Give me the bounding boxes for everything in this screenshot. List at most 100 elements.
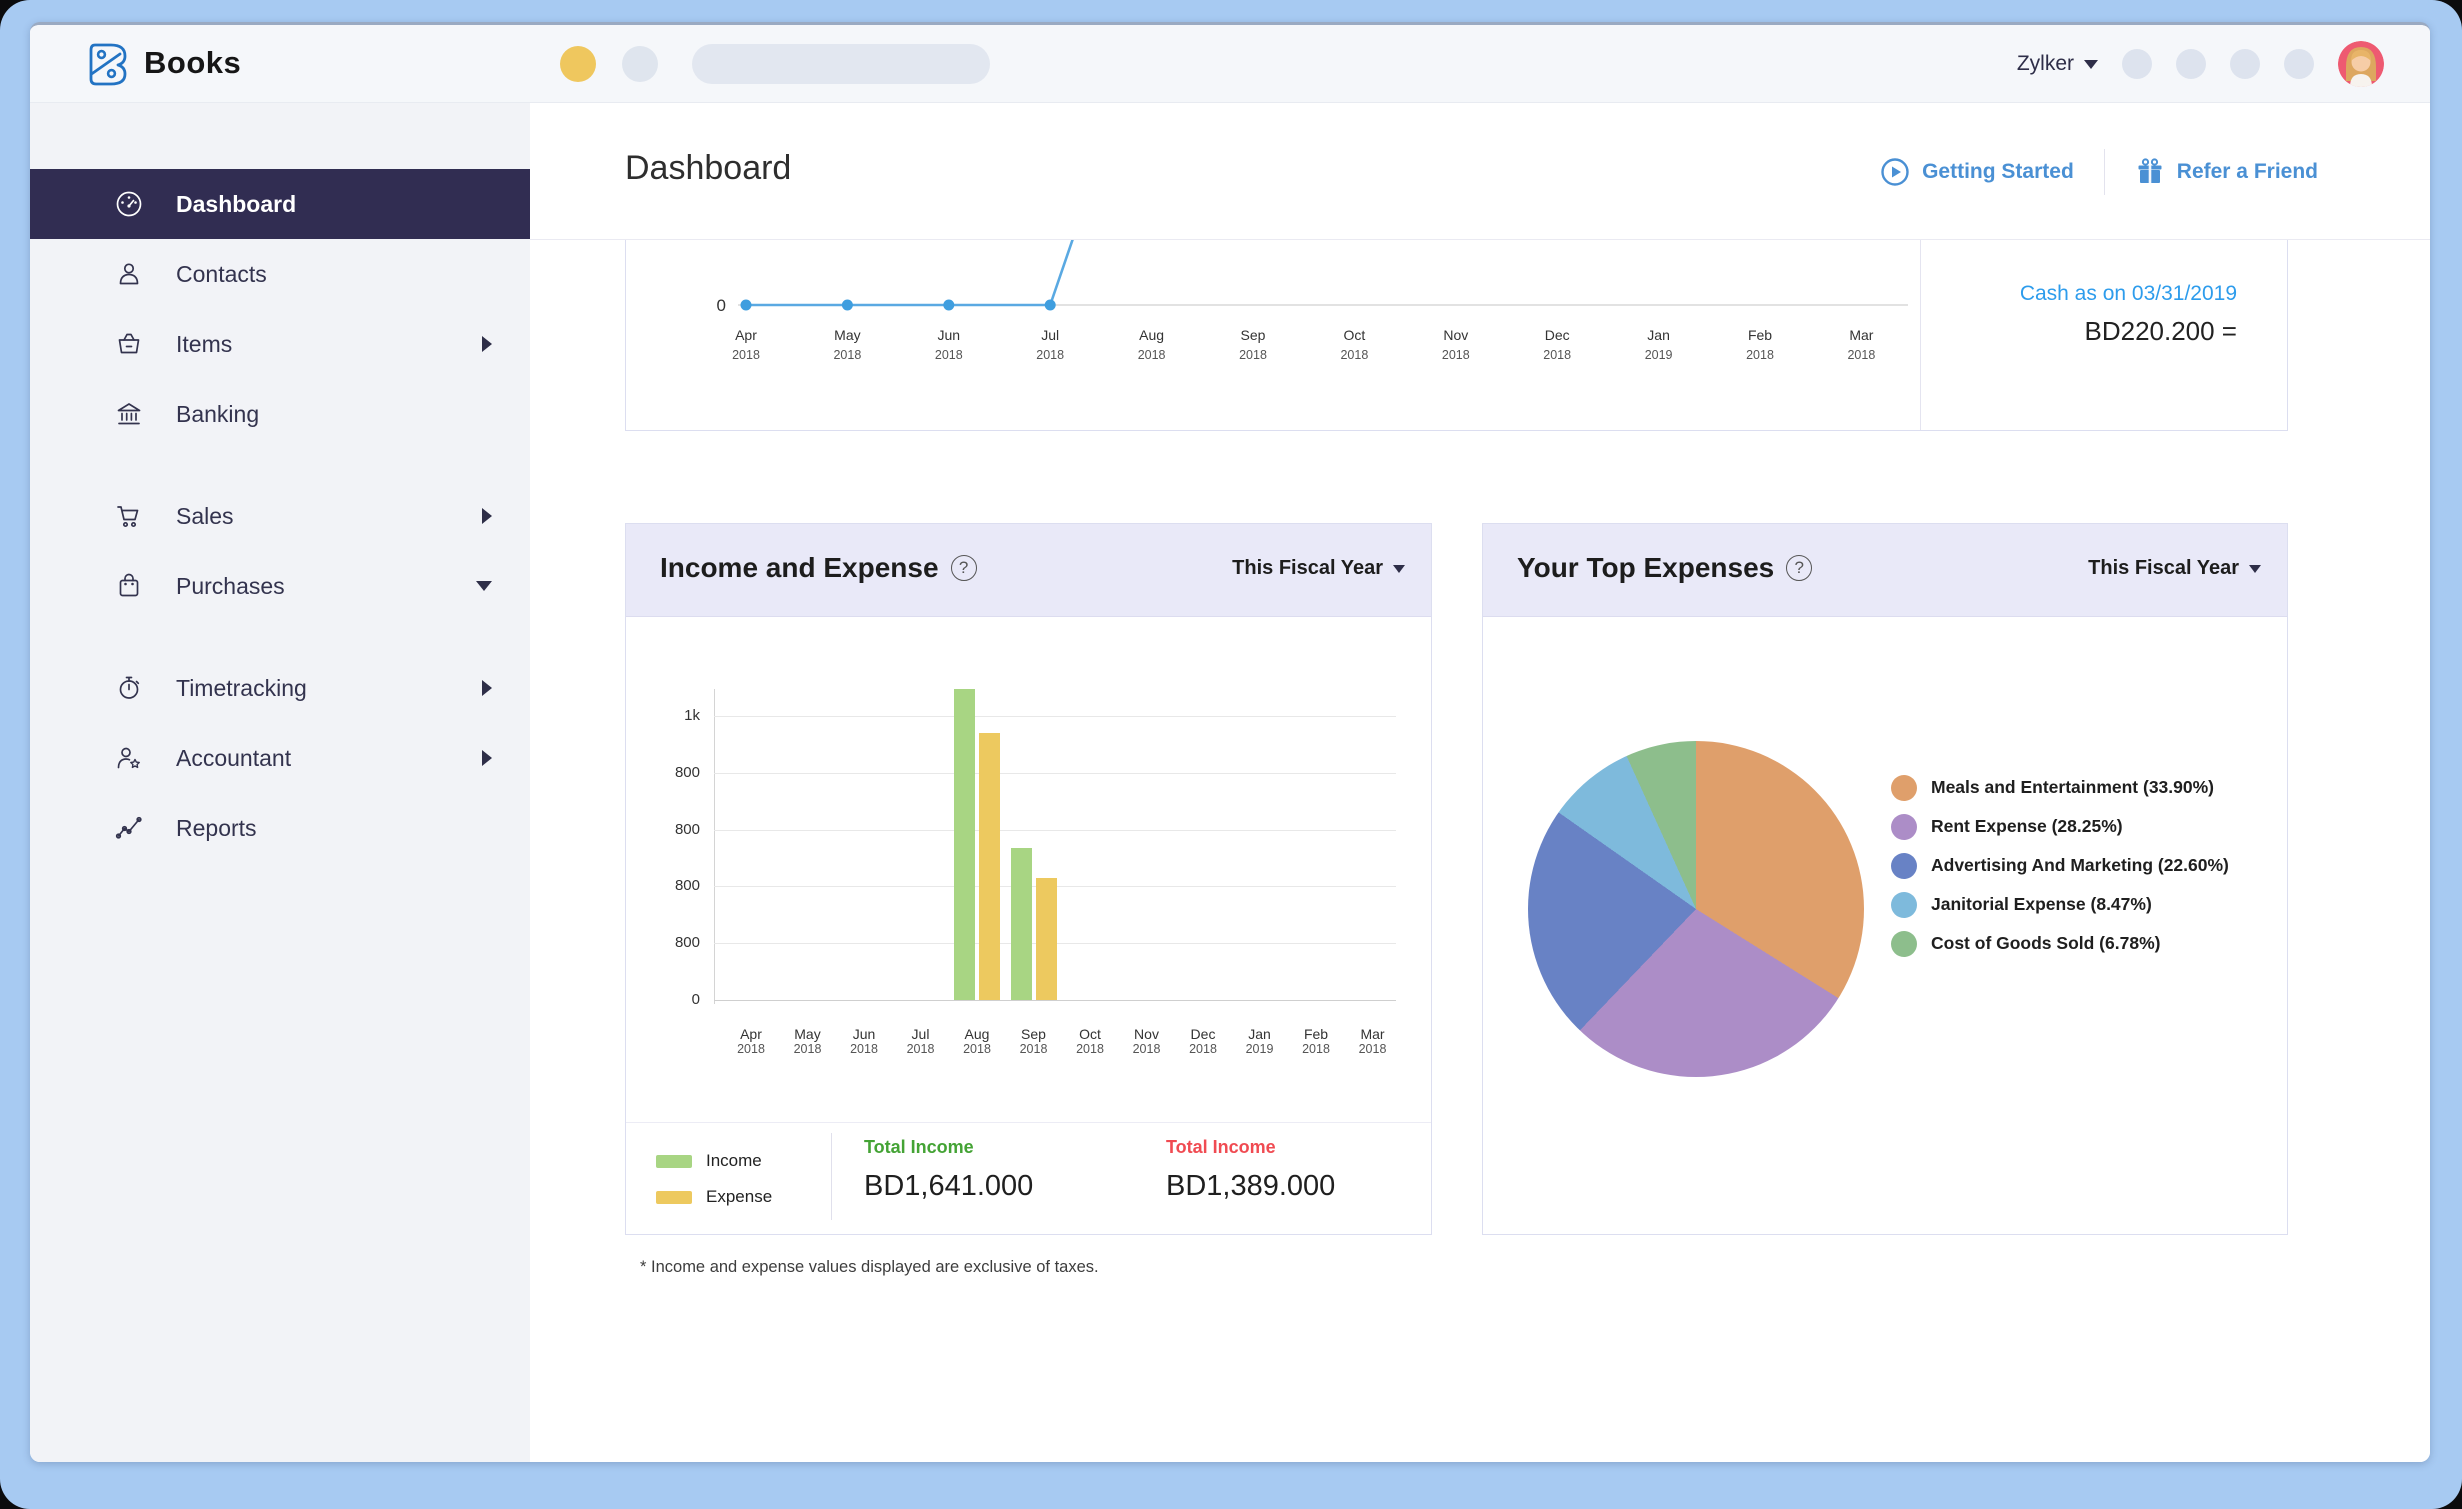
getting-started-link[interactable]: Getting Started <box>1880 157 2074 187</box>
total-expense-label: Total Income <box>1166 1137 1335 1158</box>
sidebar-item-banking[interactable]: Banking <box>30 379 530 449</box>
cash-as-on-label[interactable]: Cash as on 03/31/2019 <box>1921 282 2237 306</box>
svg-text:2019: 2019 <box>1645 348 1673 362</box>
svg-text:Jan: Jan <box>1647 327 1670 343</box>
logo-wordmark: Books <box>144 45 241 81</box>
svg-text:0: 0 <box>717 296 726 315</box>
cash-flow-panel: 0Apr2018May2018Jun2018Jul2018Aug2018Sep2… <box>625 240 2288 431</box>
topbar-action-3[interactable] <box>2230 49 2260 79</box>
svg-text:2018: 2018 <box>1036 348 1064 362</box>
sidebar-group-gap <box>30 621 530 653</box>
topbar: Books Zylker <box>30 25 2430 103</box>
pie-legend-item: Janitorial Expense (8.47%) <box>1891 885 2229 924</box>
bank-icon <box>114 399 144 429</box>
pie-chart-legend: Meals and Entertainment (33.90%)Rent Exp… <box>1891 768 2229 963</box>
svg-text:Dec: Dec <box>1545 327 1570 343</box>
chevron-right-icon <box>482 508 492 524</box>
svg-text:Apr: Apr <box>735 327 757 343</box>
sidebar-item-label: Items <box>176 331 232 358</box>
sidebar-item-accountant[interactable]: Accountant <box>30 723 530 793</box>
app-logo[interactable]: Books <box>80 38 241 88</box>
svg-text:2018: 2018 <box>1543 348 1571 362</box>
y-tick-label: 800 <box>630 764 700 781</box>
top-expenses-header: Your Top Expenses ? This Fiscal Year <box>1483 524 2287 617</box>
svg-text:2018: 2018 <box>1138 348 1166 362</box>
svg-text:Feb: Feb <box>1748 327 1772 343</box>
svg-text:2018: 2018 <box>1746 348 1774 362</box>
income-expense-title: Income and Expense ? <box>660 552 977 584</box>
sidebar-nav: DashboardContacts Items Banking Sales Purcha… <box>30 103 530 1462</box>
dashboard-gauge-icon <box>114 189 144 219</box>
refer-a-friend-link[interactable]: Refer a Friend <box>2135 157 2318 187</box>
sidebar-item-label: Sales <box>176 503 234 530</box>
sales-cart-icon <box>114 501 144 531</box>
sidebar-item-reports[interactable]: Reports <box>30 793 530 863</box>
chevron-down-icon <box>1393 565 1405 573</box>
header-actions: Getting Started Refer a Friend <box>1880 103 2318 240</box>
sidebar-item-label: Banking <box>176 401 259 428</box>
x-tick-label: Oct2018 <box>1062 1026 1118 1056</box>
y-tick-label: 800 <box>630 821 700 838</box>
sidebar-item-contacts[interactable]: Contacts <box>30 239 530 309</box>
x-tick-label: Feb2018 <box>1288 1026 1344 1056</box>
stopwatch-icon <box>114 673 144 703</box>
sidebar-item-timetracking[interactable]: Timetracking <box>30 653 530 723</box>
svg-text:Jun: Jun <box>938 327 961 343</box>
books-logo-icon <box>80 38 130 88</box>
gridline <box>714 773 1396 774</box>
period-label: This Fiscal Year <box>2088 557 2239 580</box>
expense-bar-Aug-2018 <box>979 733 1000 1000</box>
topbar-action-1[interactable] <box>2122 49 2152 79</box>
top-expenses-title: Your Top Expenses ? <box>1517 552 1812 584</box>
refer-a-friend-label: Refer a Friend <box>2177 160 2318 184</box>
income-expense-bar-chart: 1k8008008008000Apr2018May2018Jun2018Jul2… <box>626 617 1431 1087</box>
sidebar-group-gap <box>30 449 530 481</box>
svg-text:2018: 2018 <box>732 348 760 362</box>
pie-legend-item: Advertising And Marketing (22.60%) <box>1891 846 2229 885</box>
cash-summary: Cash as on 03/31/2019 BD220.200 = <box>1920 240 2287 430</box>
reports-chart-icon <box>114 813 144 843</box>
search-bar[interactable] <box>692 44 990 84</box>
pie-legend-label: Cost of Goods Sold (6.78%) <box>1931 933 2160 954</box>
svg-text:2018: 2018 <box>935 348 963 362</box>
income-expense-period-dropdown[interactable]: This Fiscal Year <box>1232 557 1405 580</box>
tax-footnote: * Income and expense values displayed ar… <box>640 1258 1099 1277</box>
bar-chart-legend: IncomeExpense <box>656 1143 772 1215</box>
svg-text:2018: 2018 <box>1442 348 1470 362</box>
help-icon[interactable]: ? <box>951 555 977 581</box>
gridline <box>714 1000 1396 1001</box>
x-tick-label: Jan2019 <box>1232 1026 1288 1056</box>
pie-legend-item: Meals and Entertainment (33.90%) <box>1891 768 2229 807</box>
sidebar-item-dashboard[interactable]: Dashboard <box>30 169 530 239</box>
org-switcher[interactable]: Zylker <box>2017 52 2098 76</box>
sidebar-item-items[interactable]: Items <box>30 309 530 379</box>
sidebar-item-label: Reports <box>176 815 257 842</box>
user-avatar[interactable] <box>2338 41 2384 87</box>
cash-flow-line-svg: 0Apr2018May2018Jun2018Jul2018Aug2018Sep2… <box>626 240 1920 429</box>
topbar-action-2[interactable] <box>2176 49 2206 79</box>
sidebar-item-sales[interactable]: Sales <box>30 481 530 551</box>
topbar-right-cluster: Zylker <box>2017 25 2384 103</box>
pie-legend-dot <box>1891 931 1917 957</box>
notification-dot[interactable] <box>560 46 596 82</box>
sidebar-item-label: Accountant <box>176 745 291 772</box>
help-icon[interactable]: ? <box>1786 555 1812 581</box>
legend-swatch <box>656 1191 692 1204</box>
chevron-down-icon <box>2249 565 2261 573</box>
dashboard-content: 0Apr2018May2018Jun2018Jul2018Aug2018Sep2… <box>530 240 2430 1462</box>
topbar-icon-placeholder[interactable] <box>622 46 658 82</box>
pie-legend-dot <box>1891 814 1917 840</box>
app-window: Books Zylker <box>30 22 2430 1462</box>
svg-text:May: May <box>834 327 860 343</box>
income-expense-title-text: Income and Expense <box>660 552 939 584</box>
sidebar-item-purchases[interactable]: Purchases <box>30 551 530 621</box>
top-expenses-period-dropdown[interactable]: This Fiscal Year <box>2088 557 2261 580</box>
topbar-action-4[interactable] <box>2284 49 2314 79</box>
summary-divider <box>831 1133 832 1220</box>
cash-amount[interactable]: BD220.200 = <box>1921 316 2237 347</box>
x-tick-label: Jul2018 <box>893 1026 949 1056</box>
x-tick-label: Aug2018 <box>949 1026 1005 1056</box>
pie-legend-dot <box>1891 892 1917 918</box>
sidebar-item-label: Purchases <box>176 573 285 600</box>
svg-text:Jul: Jul <box>1041 327 1059 343</box>
